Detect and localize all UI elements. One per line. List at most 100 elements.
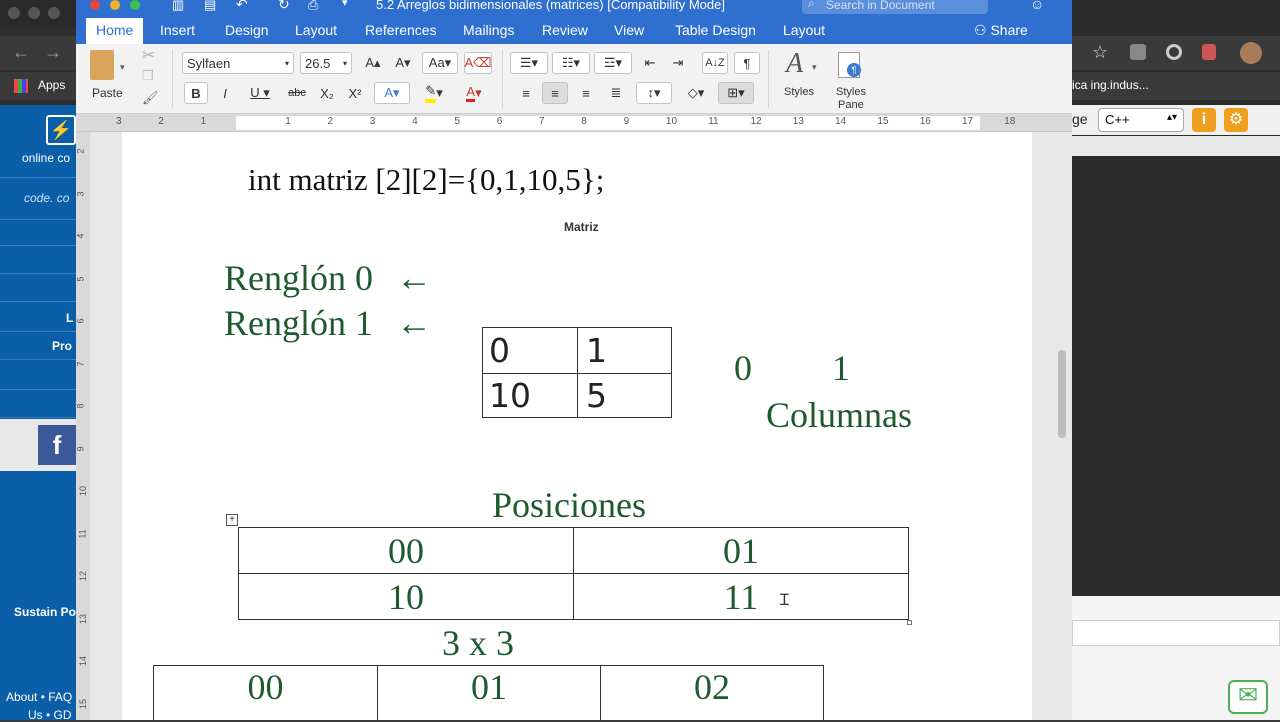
subscript-icon[interactable]: X₂ bbox=[316, 82, 338, 104]
extension-r-icon[interactable] bbox=[1130, 44, 1146, 60]
print-icon[interactable]: ⎙ bbox=[308, 0, 318, 13]
undo-icon[interactable]: ↶ bbox=[236, 0, 248, 13]
justify-icon[interactable]: ≣ bbox=[604, 82, 628, 104]
info-icon[interactable]: i bbox=[1192, 108, 1216, 132]
change-case-icon[interactable]: Aa▾ bbox=[422, 52, 458, 74]
position-cell[interactable]: 01 bbox=[377, 665, 601, 720]
matrix-cell[interactable]: 0 bbox=[482, 327, 578, 374]
facebook-icon[interactable]: f bbox=[38, 425, 76, 465]
position-cell[interactable]: 00 bbox=[153, 665, 378, 720]
back-arrow-icon[interactable]: ← bbox=[12, 42, 30, 63]
tab-table-design[interactable]: Table Design bbox=[675, 22, 756, 38]
line-spacing-icon[interactable]: ↕▾ bbox=[636, 82, 672, 104]
matrix-cell[interactable]: 5 bbox=[577, 373, 672, 418]
table-move-handle-icon[interactable]: + bbox=[226, 514, 238, 526]
close-button[interactable] bbox=[90, 0, 100, 10]
position-cell[interactable]: 00 bbox=[238, 527, 574, 574]
site-label-about[interactable]: About • FAQ bbox=[6, 690, 72, 704]
increase-indent-icon[interactable]: ⇥ bbox=[666, 52, 690, 74]
copy-icon[interactable]: ❐ bbox=[142, 68, 154, 84]
vertical-ruler[interactable]: 2 3 4 5 6 7 8 9 10 11 12 13 14 15 bbox=[76, 132, 90, 720]
language-select[interactable]: C++ ▴▾ bbox=[1098, 108, 1184, 132]
show-formatting-icon[interactable]: ¶ bbox=[734, 52, 760, 74]
star-icon[interactable]: ☆ bbox=[1092, 42, 1108, 63]
borders-icon[interactable]: ⊞▾ bbox=[718, 82, 754, 104]
numbering-icon[interactable]: ☷▾ bbox=[552, 52, 590, 74]
lightning-icon[interactable]: ⚡ bbox=[46, 115, 76, 145]
site-label-sustain[interactable]: Sustain Po bbox=[14, 605, 76, 619]
profile-avatar[interactable] bbox=[1240, 42, 1262, 64]
window-close-dot[interactable] bbox=[8, 7, 20, 19]
cut-icon[interactable]: ✂ bbox=[142, 46, 155, 64]
document-page[interactable]: int matriz [2][2]={0,1,10,5}; Matriz Ren… bbox=[122, 132, 1032, 720]
smiley-icon[interactable]: ☺ bbox=[1030, 0, 1044, 12]
font-size-input[interactable]: 26.5 ▾ bbox=[300, 52, 352, 74]
strikethrough-icon[interactable]: abc bbox=[284, 82, 310, 104]
position-cell[interactable]: 01 bbox=[573, 527, 909, 574]
align-center-icon[interactable]: ≡ bbox=[542, 82, 568, 104]
clear-format-icon[interactable]: A⌫ bbox=[464, 52, 492, 74]
extension-red-icon[interactable] bbox=[1202, 44, 1216, 60]
multilevel-list-icon[interactable]: ☲▾ bbox=[594, 52, 632, 74]
shrink-font-icon[interactable]: A▾ bbox=[390, 52, 416, 74]
horizontal-ruler[interactable]: 3 2 1 1 2 3 4 5 6 7 8 9 10 11 12 13 14 15 16 17 18 bbox=[76, 114, 1072, 132]
shading-icon[interactable]: ◇▾ bbox=[678, 82, 714, 104]
format-painter-icon[interactable]: 🖌 bbox=[142, 90, 159, 106]
extension-circle-icon[interactable] bbox=[1166, 44, 1182, 60]
tab-design[interactable]: Design bbox=[225, 22, 269, 38]
table-resize-handle[interactable] bbox=[907, 620, 912, 625]
decrease-indent-icon[interactable]: ⇤ bbox=[638, 52, 662, 74]
stdin-input[interactable] bbox=[1072, 620, 1280, 646]
sidebar-toggle-icon[interactable]: ▥ bbox=[172, 0, 184, 13]
styles-pane-button[interactable]: ¶ Styles Pane bbox=[830, 48, 876, 114]
apps-grid-icon[interactable] bbox=[14, 79, 28, 93]
bookmark-link[interactable]: ica ing.indus... bbox=[1072, 78, 1149, 92]
matrix-cell[interactable]: 10 bbox=[482, 373, 578, 418]
window-min-dot[interactable] bbox=[28, 7, 40, 19]
apps-link[interactable]: Apps bbox=[38, 78, 65, 92]
tab-mailings[interactable]: Mailings bbox=[463, 22, 514, 38]
search-box[interactable]: ⌕ Search in Document bbox=[802, 0, 988, 14]
redo-icon[interactable]: ↻ bbox=[278, 0, 290, 13]
highlight-icon[interactable]: ✎ ▾ bbox=[416, 82, 452, 104]
position-cell[interactable]: 10 bbox=[238, 573, 574, 620]
site-label-l[interactable]: L bbox=[66, 311, 73, 325]
share-button[interactable]: ⚇ Share bbox=[974, 22, 1028, 39]
vertical-scrollbar[interactable] bbox=[1058, 350, 1066, 438]
italic-icon[interactable]: I bbox=[214, 82, 236, 104]
bold-icon[interactable]: B bbox=[184, 82, 208, 104]
site-label-pro[interactable]: Pro bbox=[52, 339, 72, 353]
window-max-dot[interactable] bbox=[48, 7, 60, 19]
grow-font-icon[interactable]: A▴ bbox=[360, 52, 386, 74]
superscript-icon[interactable]: X² bbox=[344, 82, 366, 104]
underline-icon[interactable]: U ▾ bbox=[244, 82, 276, 104]
position-cell[interactable]: 02 bbox=[600, 665, 824, 720]
forward-arrow-icon[interactable]: → bbox=[44, 42, 62, 63]
minimize-button[interactable] bbox=[110, 0, 120, 10]
bullets-icon[interactable]: ☰▾ bbox=[510, 52, 548, 74]
settings-gear-icon[interactable]: ⚙ bbox=[1224, 108, 1248, 132]
maximize-button[interactable] bbox=[130, 0, 140, 10]
tab-review[interactable]: Review bbox=[542, 22, 588, 38]
vruler-mark: 4 bbox=[76, 233, 86, 239]
align-left-icon[interactable]: ≡ bbox=[514, 82, 538, 104]
tab-table-layout[interactable]: Layout bbox=[783, 22, 825, 38]
font-name-input[interactable]: Sylfaen ▾ bbox=[182, 52, 294, 74]
code-editor[interactable] bbox=[1072, 156, 1280, 596]
save-icon[interactable]: ▤ bbox=[204, 0, 216, 13]
text-effects-icon[interactable]: A▾ bbox=[374, 82, 410, 104]
tab-layout[interactable]: Layout bbox=[295, 22, 337, 38]
tab-view[interactable]: View bbox=[614, 22, 644, 38]
styles-button[interactable]: A ▾ Styles bbox=[780, 48, 826, 108]
sort-icon[interactable]: A↓Z bbox=[702, 52, 728, 74]
tab-home[interactable]: Home bbox=[86, 18, 144, 44]
customize-icon[interactable]: ▾ bbox=[342, 0, 348, 9]
position-cell[interactable]: 11 bbox=[573, 573, 909, 620]
tab-insert[interactable]: Insert bbox=[160, 22, 195, 38]
font-color-icon[interactable]: A ▾ bbox=[456, 82, 492, 104]
mail-icon[interactable]: ✉ bbox=[1228, 680, 1268, 714]
tab-references[interactable]: References bbox=[365, 22, 437, 38]
paste-button[interactable]: ▾ Paste bbox=[86, 48, 136, 108]
align-right-icon[interactable]: ≡ bbox=[574, 82, 598, 104]
matrix-cell[interactable]: 1 bbox=[577, 327, 672, 374]
